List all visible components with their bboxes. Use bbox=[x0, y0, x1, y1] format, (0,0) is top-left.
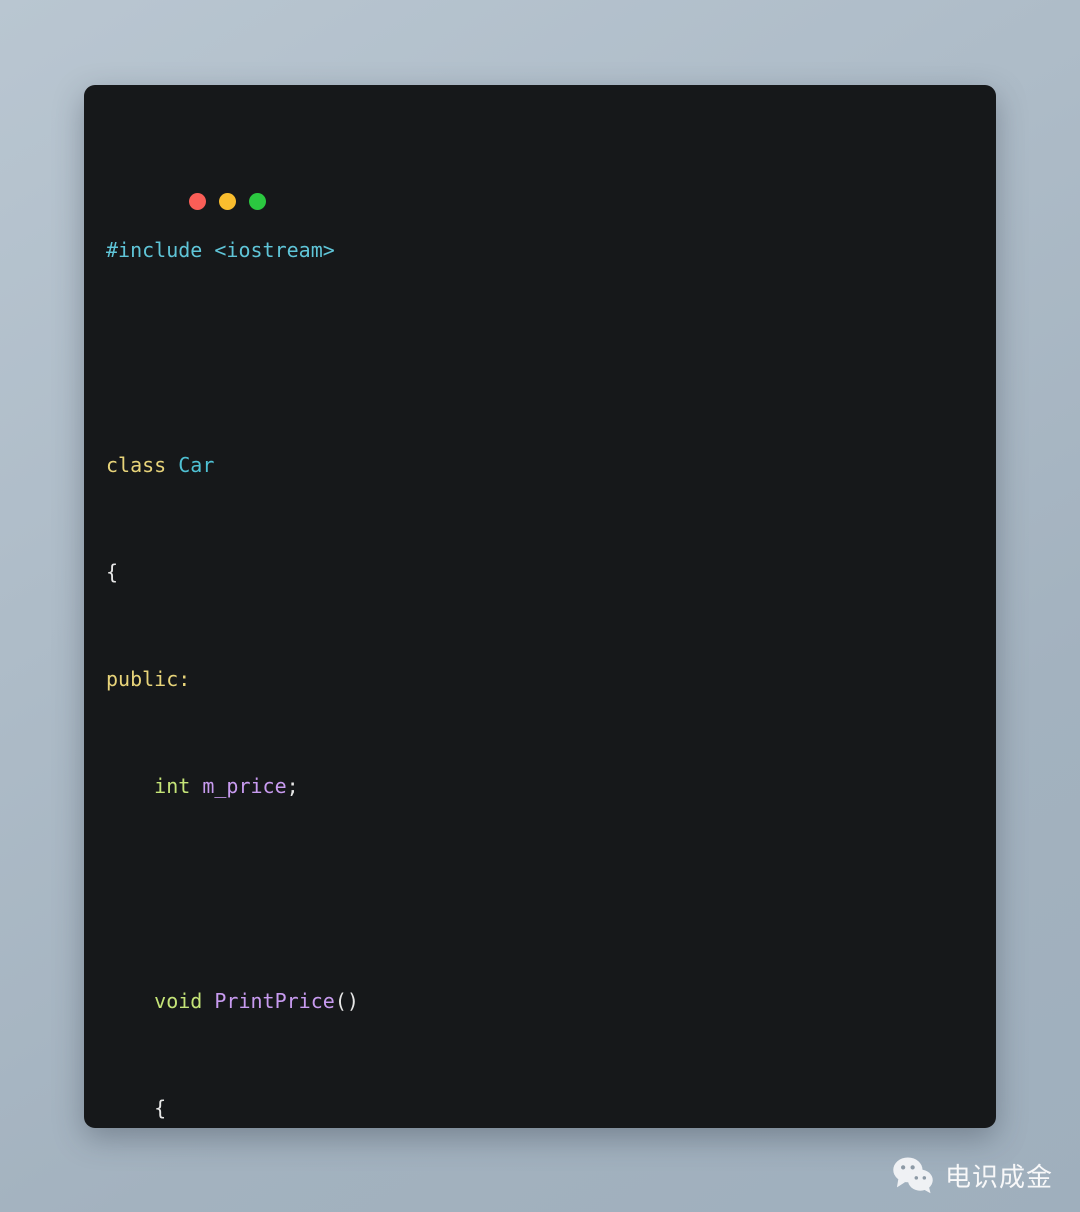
token-member-variable: m_price bbox=[202, 774, 287, 799]
watermark: 电识成金 bbox=[891, 1156, 1053, 1194]
token-include-directive: #include bbox=[106, 238, 203, 263]
code-line: #include <iostream> bbox=[106, 237, 986, 264]
window-titlebar bbox=[84, 85, 996, 147]
code-block[interactable]: #include <iostream> class Car { public: … bbox=[106, 157, 986, 1122]
code-line: { bbox=[106, 1095, 986, 1122]
token-include-header: <iostream> bbox=[214, 238, 335, 263]
token-keyword-class: class bbox=[106, 452, 167, 477]
token-class-name: Car bbox=[178, 452, 215, 477]
token-semicolon: ; bbox=[286, 774, 299, 799]
token-brace-open: { bbox=[106, 1095, 167, 1120]
code-line: class Car bbox=[106, 452, 986, 479]
token-type-void: void bbox=[154, 988, 203, 1013]
token-brace-open: { bbox=[106, 559, 119, 584]
wechat-icon bbox=[893, 1157, 933, 1194]
token-parens: () bbox=[334, 988, 359, 1013]
code-line: void PrintPrice() bbox=[106, 988, 986, 1015]
code-window: #include <iostream> class Car { public: … bbox=[84, 85, 996, 1128]
watermark-label: 电识成金 bbox=[944, 1162, 1053, 1193]
code-line: public: bbox=[106, 666, 986, 693]
token-method-print-price: PrintPrice bbox=[214, 988, 335, 1013]
token-access-specifier: public: bbox=[106, 667, 191, 692]
token-type-int: int bbox=[154, 774, 191, 799]
code-line: int m_price; bbox=[106, 773, 986, 800]
code-line: { bbox=[106, 559, 986, 586]
